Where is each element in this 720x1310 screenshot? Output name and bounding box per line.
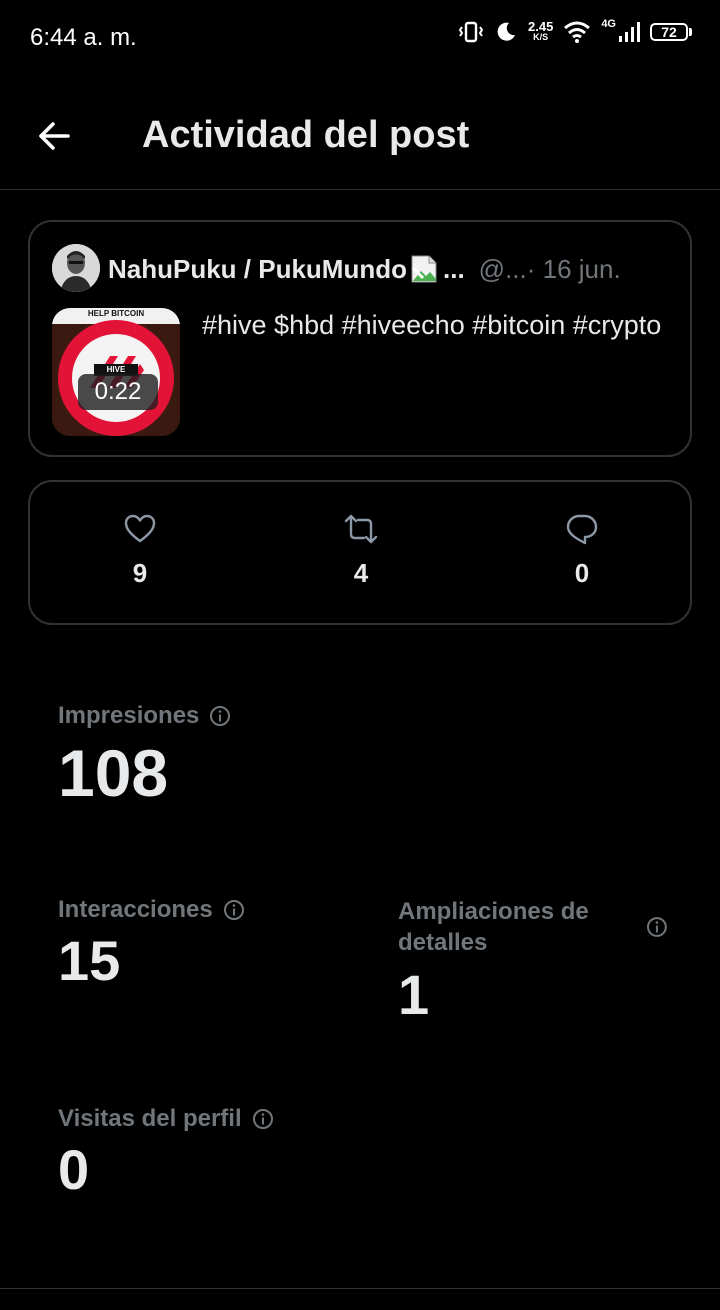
status-bar: 6:44 a. m. 2.45 K/S 4G 72 [0, 0, 720, 76]
author-name[interactable]: NahuPuku / PukuMundo [108, 254, 407, 285]
info-icon[interactable] [223, 899, 245, 921]
interactions-metric: Interacciones 15 [58, 896, 245, 992]
back-button[interactable] [34, 116, 74, 156]
avatar[interactable] [52, 244, 100, 292]
moon-icon [497, 22, 515, 41]
video-thumbnail[interactable]: HELP BITCOIN HIVE 0:22 [52, 308, 180, 436]
post-preview-card[interactable]: NahuPuku / PukuMundo ... @... · 16 jun. … [28, 220, 692, 457]
battery-level: 72 [650, 23, 688, 41]
profile-visits-value: 0 [58, 1138, 90, 1201]
info-icon[interactable] [252, 1108, 274, 1130]
impressions-metric: Impresiones 108 [58, 702, 231, 810]
impressions-value: 108 [58, 736, 169, 810]
thumbnail-hive-text: HIVE [106, 365, 126, 374]
network-type: 4G [601, 18, 616, 30]
battery-indicator: 72 [650, 23, 692, 41]
info-icon[interactable] [646, 916, 668, 938]
vibrate-icon [458, 21, 484, 43]
video-duration: 0:22 [78, 374, 158, 410]
top-app-bar: Actividad del post [0, 76, 720, 190]
profile-visits-label: Visitas del perfil [58, 1105, 242, 1132]
net-speed: 2.45 K/S [528, 19, 554, 42]
interactions-value: 15 [58, 929, 121, 992]
likes-count: 9 [132, 558, 148, 588]
divider [0, 1288, 720, 1289]
likes-stat[interactable]: 9 [100, 512, 180, 589]
replies-stat[interactable]: 0 [542, 512, 622, 589]
reply-bubble-icon [566, 514, 598, 545]
interactions-label: Interacciones [58, 896, 213, 923]
detail-expands-metric: Ampliaciones de detalles 1 [398, 896, 668, 1026]
detail-expands-value: 1 [398, 963, 430, 1026]
post-date: · 16 jun. [526, 253, 621, 284]
post-text: #hive $hbd #hiveecho #bitcoin #crypto [202, 310, 662, 340]
signal-icon [619, 22, 640, 42]
repost-icon [344, 514, 378, 544]
engagement-card: 9 4 0 [28, 480, 692, 625]
reposts-count: 4 [353, 558, 369, 588]
author-handle: @... [478, 253, 527, 284]
broken-image-icon [411, 255, 437, 283]
status-icons: 2.45 K/S 4G 72 [458, 18, 692, 44]
detail-expands-label: Ampliaciones de detalles [398, 898, 589, 956]
post-header: NahuPuku / PukuMundo ... @... · 16 jun. [108, 252, 678, 286]
heart-icon [124, 514, 156, 543]
reposts-stat[interactable]: 4 [321, 512, 401, 589]
page-title: Actividad del post [142, 114, 470, 156]
profile-visits-metric: Visitas del perfil 0 [58, 1105, 274, 1201]
status-time: 6:44 a. m. [30, 24, 137, 51]
impressions-label: Impresiones [58, 702, 200, 729]
replies-count: 0 [574, 558, 590, 588]
info-icon[interactable] [209, 705, 231, 727]
author-ellipsis: ... [443, 253, 465, 284]
wifi-icon [564, 21, 591, 43]
arrow-left-icon [39, 122, 70, 150]
thumbnail-banner-text: HELP BITCOIN [87, 309, 145, 318]
avatar-image [52, 244, 100, 292]
